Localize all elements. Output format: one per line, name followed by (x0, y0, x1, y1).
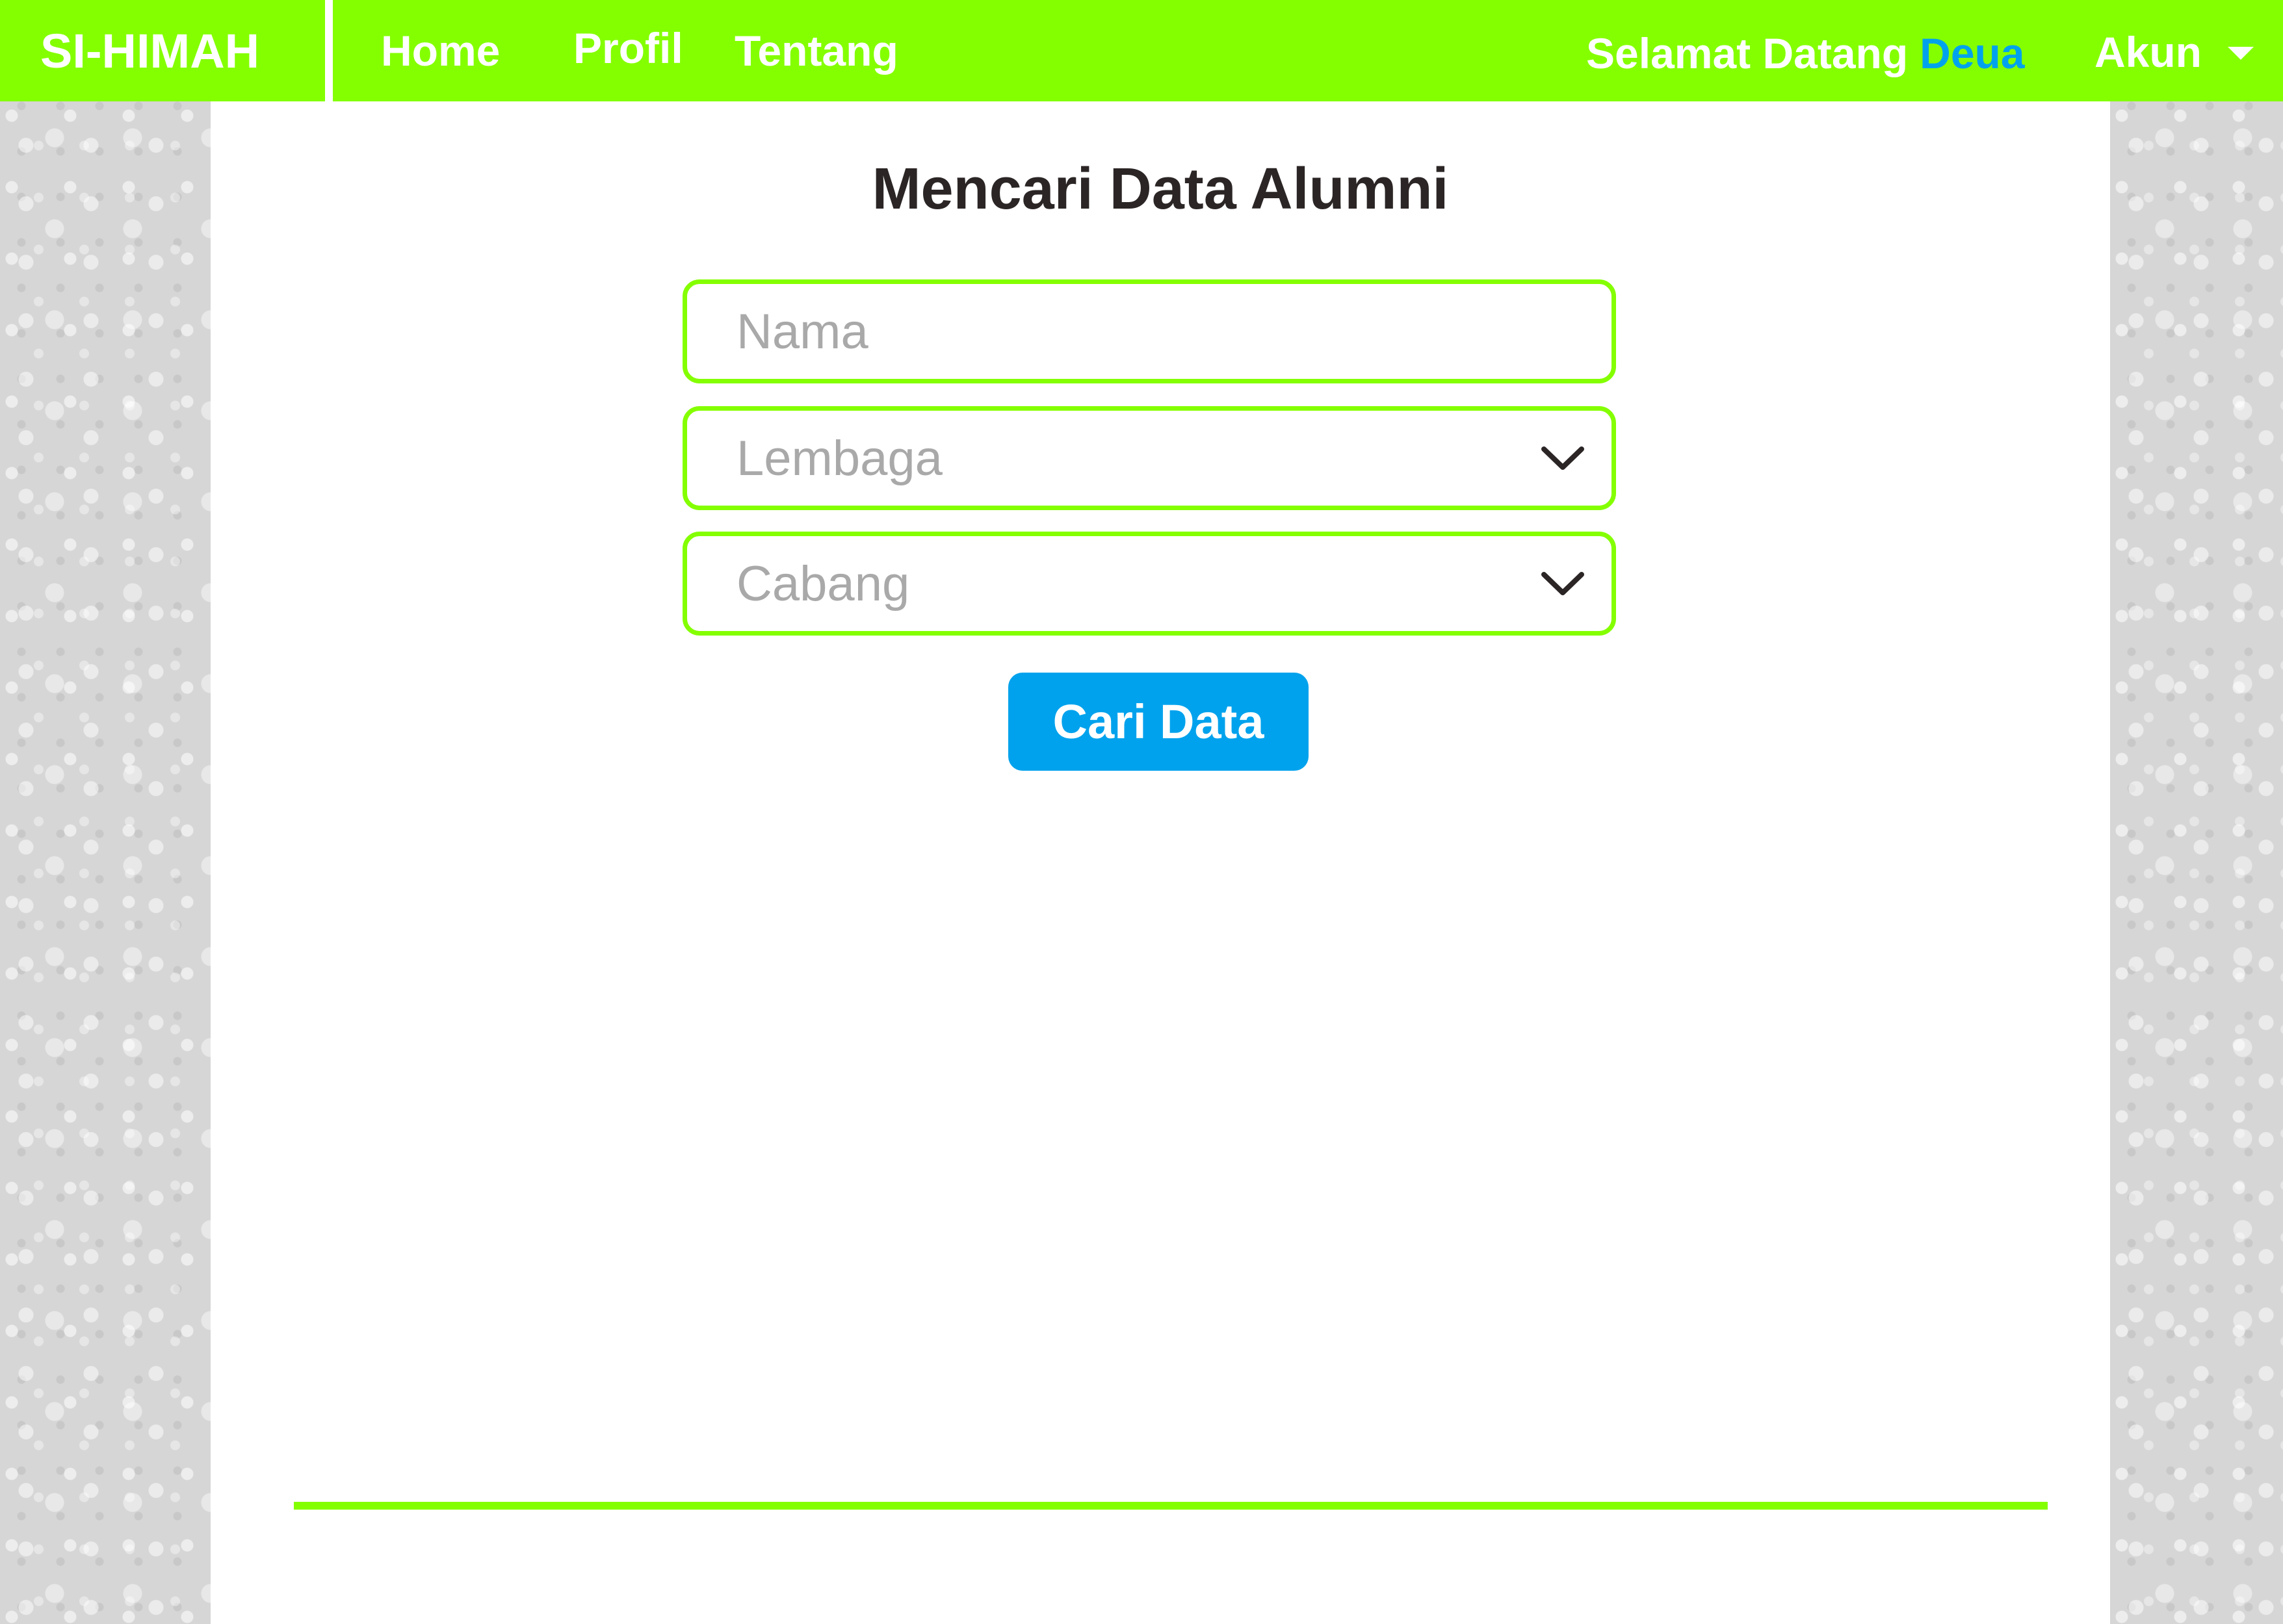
lembaga-select-value: Lembaga (737, 430, 943, 486)
nav-home-link[interactable]: Home (381, 0, 500, 101)
nav-tentang-link[interactable]: Tentang (735, 0, 898, 101)
lembaga-select[interactable]: Lembaga (683, 406, 1616, 510)
cari-data-button[interactable]: Cari Data (1008, 673, 1309, 771)
page: SI-HIMAH Home Profil Tentang Selamat Dat… (0, 0, 2283, 1624)
nama-field[interactable] (683, 279, 1616, 383)
welcome-text: Selamat Datang (1586, 29, 1909, 77)
cabang-select[interactable]: Cabang (683, 532, 1616, 636)
welcome-message: Selamat Datang Deua (1586, 0, 2025, 107)
brand-logo[interactable]: SI-HIMAH (40, 0, 259, 101)
right-pattern-panel (2110, 101, 2283, 1624)
caret-down-icon (2228, 47, 2254, 60)
user-name: Deua (1920, 29, 2025, 77)
nama-input[interactable] (687, 284, 1611, 379)
account-dropdown[interactable]: Akun (2094, 0, 2254, 104)
account-label: Akun (2094, 28, 2202, 76)
navbar-divider (325, 0, 333, 101)
left-pattern-panel (0, 101, 211, 1624)
footer-divider (294, 1502, 2048, 1510)
top-navbar: SI-HIMAH Home Profil Tentang Selamat Dat… (0, 0, 2283, 101)
chevron-down-icon (1541, 446, 1584, 470)
cabang-select-value: Cabang (737, 556, 910, 612)
page-title: Mencari Data Alumni (872, 157, 1449, 222)
chevron-down-icon (1541, 572, 1584, 595)
nav-profil-link[interactable]: Profil (573, 0, 683, 99)
